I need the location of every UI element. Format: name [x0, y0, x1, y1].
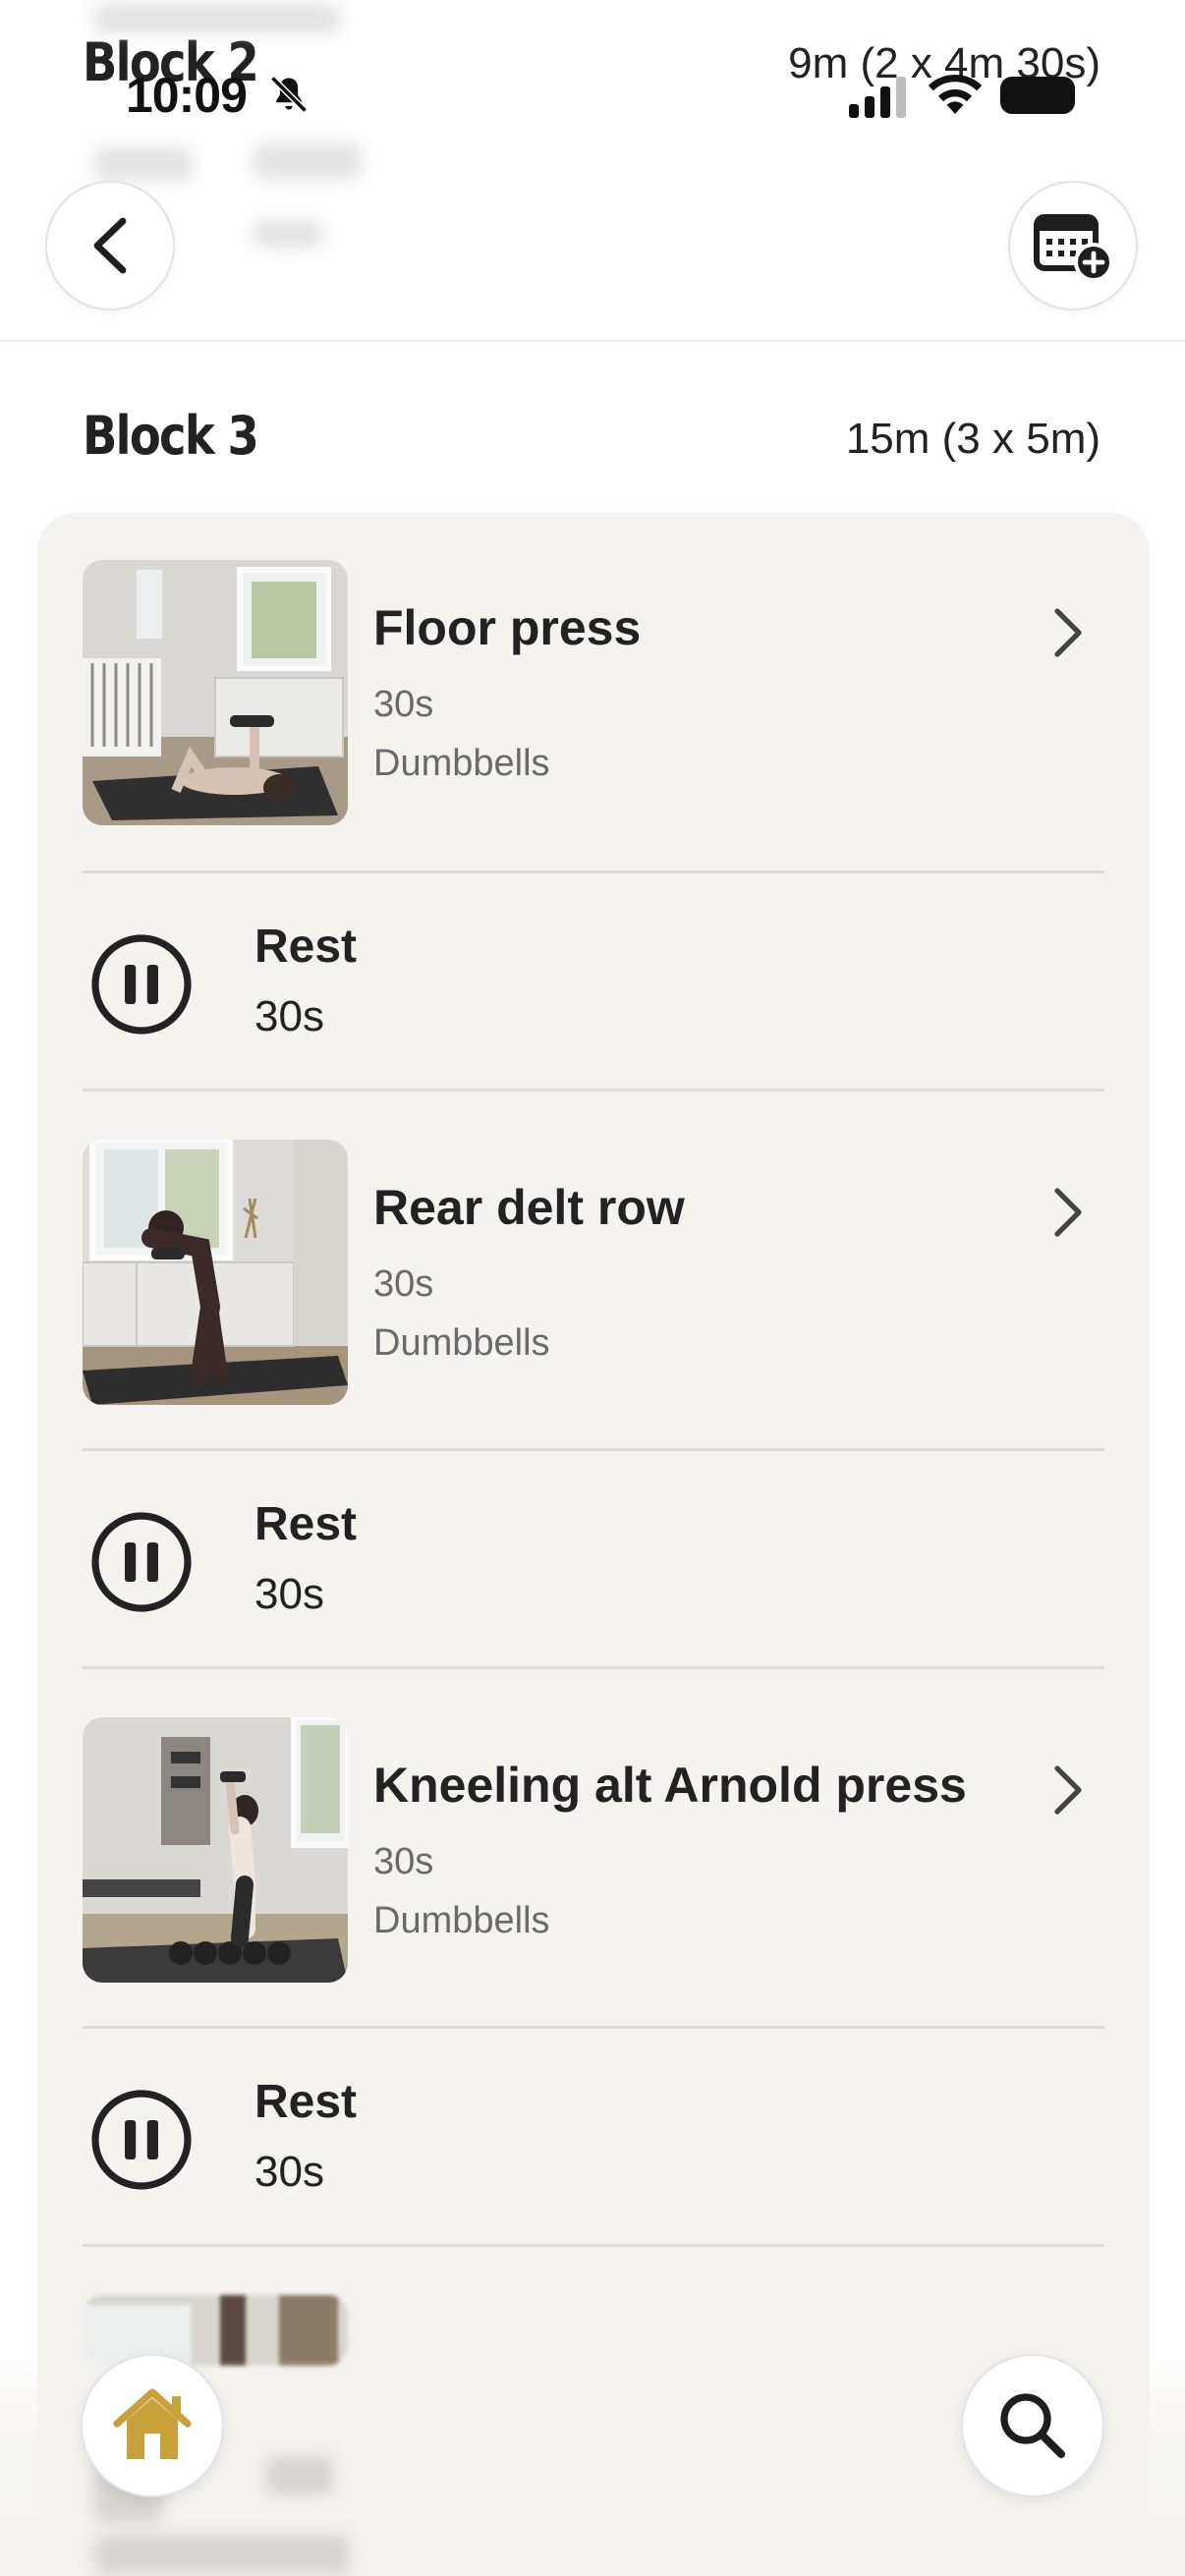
exercise-thumbnail	[83, 1140, 348, 1405]
blurred-content	[94, 2535, 350, 2574]
chevron-right-icon	[1054, 608, 1082, 657]
blurred-content	[254, 143, 362, 179]
blurred-content	[94, 147, 193, 181]
chevron-right-icon	[1054, 1188, 1082, 1237]
divider	[83, 1448, 1104, 1451]
divider	[83, 870, 1104, 873]
rest-row: Rest 30s	[83, 914, 1104, 1071]
wifi-icon	[928, 75, 983, 114]
signal-icon	[849, 77, 906, 118]
divider	[83, 1666, 1104, 1669]
divider	[83, 2244, 1104, 2247]
blurred-content	[94, 4, 340, 33]
rest-title: Rest	[254, 2076, 358, 2128]
exercise-duration: 30s	[373, 684, 434, 725]
section-title: Block 3	[83, 405, 259, 467]
exercise-thumbnail	[83, 1717, 348, 1983]
battery-icon	[1000, 77, 1075, 114]
exercise-row[interactable]: Floor press 30s Dumbbells	[83, 560, 1104, 825]
top-header: Block 2 9m (2 x 4m 30s) 10:09	[0, 0, 1185, 342]
exercise-row[interactable]: Rear delt row 30s Dumbbells	[83, 1140, 1104, 1405]
search-button[interactable]	[961, 2354, 1104, 2497]
chevron-right-icon	[1054, 1765, 1082, 1815]
rest-duration: 30s	[254, 2148, 324, 2196]
search-icon	[1000, 2393, 1065, 2458]
blurred-content	[254, 220, 322, 248]
divider	[83, 2026, 1104, 2029]
pause-circle-icon	[91, 934, 192, 1035]
exercise-name: Kneeling alt Arnold press	[373, 1758, 967, 1813]
workout-detail-screen: Block 2 9m (2 x 4m 30s) 10:09 Block 3 15…	[0, 0, 1185, 2576]
status-time: 10:09	[126, 68, 248, 123]
add-to-calendar-button[interactable]	[1008, 181, 1138, 310]
exercise-equipment: Dumbbells	[373, 1900, 550, 1941]
home-button[interactable]	[81, 2354, 224, 2497]
exercise-thumbnail	[83, 2295, 348, 2366]
exercise-duration: 30s	[373, 1841, 434, 1882]
pause-circle-icon	[91, 2090, 192, 2190]
section-header: Block 3 15m (3 x 5m)	[0, 393, 1185, 491]
rest-title: Rest	[254, 921, 358, 973]
pause-circle-icon	[91, 1512, 192, 1612]
exercise-name: Rear delt row	[373, 1180, 685, 1235]
exercise-name: Floor press	[373, 600, 642, 655]
rest-row: Rest 30s	[83, 1491, 1104, 1649]
rest-row: Rest 30s	[83, 2069, 1104, 2226]
exercise-equipment: Dumbbells	[373, 1322, 550, 1364]
blurred-content	[265, 2456, 334, 2495]
exercise-equipment: Dumbbells	[373, 743, 550, 784]
back-button[interactable]	[45, 181, 175, 310]
calendar-add-icon	[1034, 214, 1113, 282]
exercise-duration: 30s	[373, 1263, 434, 1305]
exercise-row[interactable]: Kneeling alt Arnold press 30s Dumbbells	[83, 1717, 1104, 1983]
rest-duration: 30s	[254, 1570, 324, 1618]
home-icon	[113, 2388, 192, 2459]
section-duration: 15m (3 x 5m)	[845, 415, 1100, 463]
rest-title: Rest	[254, 1498, 358, 1550]
divider	[83, 1089, 1104, 1092]
chevron-left-icon	[93, 217, 127, 274]
exercise-thumbnail	[83, 560, 348, 825]
rest-duration: 30s	[254, 992, 324, 1040]
bell-muted-icon	[270, 76, 308, 113]
